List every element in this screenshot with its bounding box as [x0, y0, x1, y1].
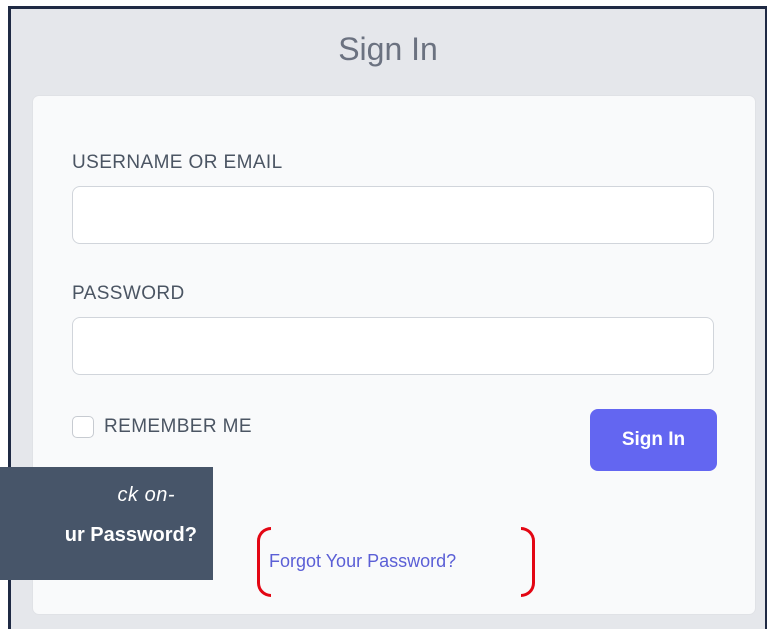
- remember-me-row[interactable]: REMEMBER ME: [72, 416, 252, 438]
- page-title: Sign In: [338, 31, 438, 67]
- remember-me-checkbox[interactable]: [72, 416, 94, 438]
- callout-line-2: ur Password?: [64, 524, 197, 546]
- remember-me-label: REMEMBER ME: [104, 416, 252, 437]
- username-label: USERNAME OR EMAIL: [72, 152, 283, 173]
- screenshot: Sign In USERNAME OR EMAIL PASSWORD REMEM…: [0, 0, 767, 629]
- forgot-password-link[interactable]: Forgot Your Password?: [269, 551, 456, 572]
- callout-line-1: ck on-: [117, 484, 175, 506]
- instruction-callout: ck on- ur Password?: [0, 467, 213, 580]
- username-field[interactable]: [72, 186, 714, 244]
- password-field[interactable]: [72, 317, 714, 375]
- password-label: PASSWORD: [72, 283, 185, 304]
- highlight-bracket-right: [521, 527, 535, 597]
- sign-in-button[interactable]: Sign In: [590, 409, 717, 471]
